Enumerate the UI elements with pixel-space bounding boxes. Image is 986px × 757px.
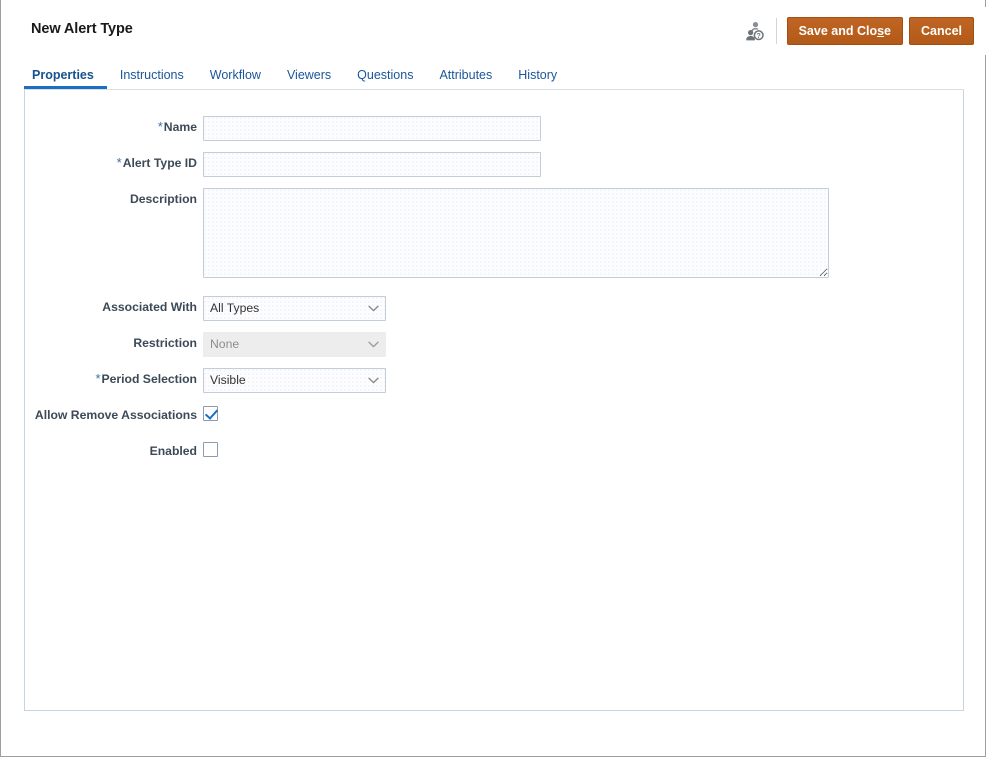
tab-workflow[interactable]: Workflow [197,68,274,89]
svg-text:?: ? [756,33,760,40]
page-title: New Alert Type [31,21,133,37]
tab-list: Properties Instructions Workflow Viewers… [24,63,964,89]
restriction-select: None [203,332,386,357]
form-row-enabled: Enabled [25,440,218,458]
dialog-window: New Alert Type ? Save and Close Cancel P… [0,0,986,757]
tab-viewers[interactable]: Viewers [274,68,344,89]
allow-remove-associations-checkbox[interactable] [203,406,218,421]
tab-history[interactable]: History [505,68,570,89]
period-selection-select[interactable]: Visible [203,368,386,393]
tab-instructions[interactable]: Instructions [107,68,197,89]
form-row-alert-type-id: *Alert Type ID [25,152,541,177]
form-row-name: *Name [25,116,541,141]
period-selection-select-wrap: Visible [203,368,386,393]
tab-questions[interactable]: Questions [344,68,426,89]
form-row-description: Description [25,188,829,278]
save-and-close-label-before: Save and Clo [798,24,878,38]
dialog-header: New Alert Type ? Save and Close Cancel [11,7,986,55]
properties-panel: *Name *Alert Type ID Description Associa… [24,89,964,711]
restriction-label: Restriction [133,336,197,350]
form-row-period-selection: *Period Selection Visible [25,368,386,393]
description-label: Description [129,192,197,206]
save-and-close-button[interactable]: Save and Close [786,17,903,45]
associated-with-select-wrap: All Types [203,296,386,321]
form-row-restriction: Restriction None [25,332,386,357]
tab-bar: Properties Instructions Workflow Viewers… [24,63,964,89]
enabled-label: Enabled [149,444,197,458]
header-divider [775,18,777,44]
alert-type-id-required-marker: * [116,155,122,170]
save-and-close-label-after: e [884,24,891,38]
tab-attributes[interactable]: Attributes [426,68,505,89]
name-label-text: Name [163,120,197,134]
name-required-marker: * [157,119,163,134]
form-row-associated-with: Associated With All Types [25,296,386,321]
description-textarea[interactable] [203,188,829,278]
save-and-close-mnemonic: s [877,24,885,38]
period-selection-label-text: Period Selection [101,372,198,386]
tab-properties[interactable]: Properties [24,68,107,89]
enabled-checkbox[interactable] [203,442,218,457]
period-selection-label: *Period Selection [25,368,203,387]
name-label: *Name [25,116,203,135]
restriction-select-wrap: None [203,332,386,357]
period-selection-required-marker: * [95,371,101,386]
allow-remove-associations-label: Allow Remove Associations [34,408,197,422]
associated-with-select[interactable]: All Types [203,296,386,321]
cancel-button[interactable]: Cancel [909,17,974,45]
alert-type-id-label: *Alert Type ID [25,152,203,171]
user-question-icon[interactable]: ? [740,16,770,46]
associated-with-label: Associated With [102,300,197,314]
alert-type-id-input[interactable] [203,152,541,177]
alert-type-id-label-text: Alert Type ID [122,156,197,170]
header-actions: ? Save and Close Cancel [740,16,974,46]
name-input[interactable] [203,116,541,141]
form-row-allow-remove-associations: Allow Remove Associations [25,404,218,422]
